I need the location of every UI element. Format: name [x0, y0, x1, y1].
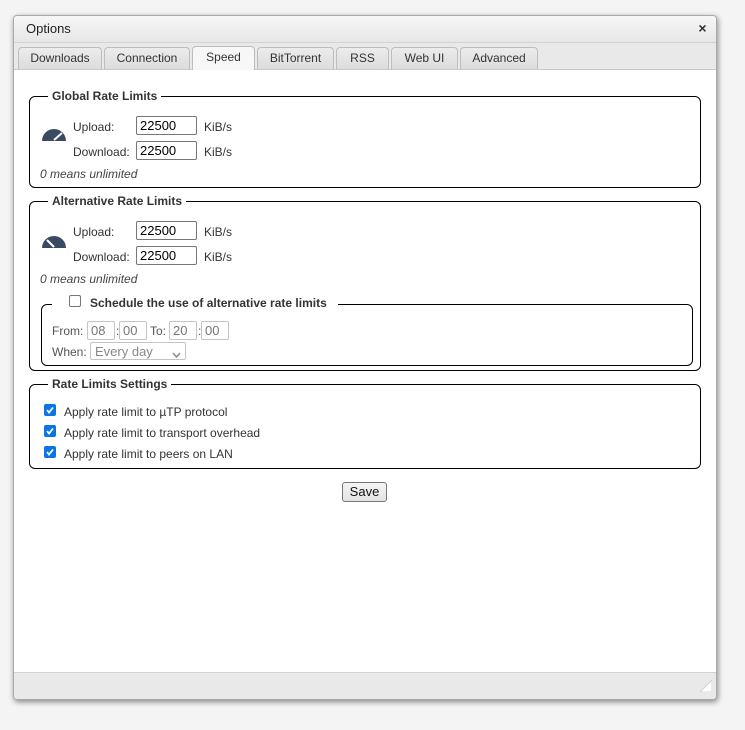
lan-peers-checkbox-label: Apply rate limit to peers on LAN [64, 447, 233, 461]
schedule-legend: Schedule the use of alternative rate lim… [90, 296, 327, 310]
alt-download-input[interactable] [136, 246, 197, 265]
title-bar[interactable]: Options × [14, 16, 716, 43]
alternative-rate-limits-legend: Alternative Rate Limits [52, 194, 183, 208]
alt-download-unit: KiB/s [204, 250, 233, 264]
schedule-when-label: When: [52, 345, 87, 359]
from-hour-input[interactable] [87, 321, 115, 340]
tab-rss[interactable]: RSS [336, 47, 389, 69]
utp-checkbox[interactable] [44, 404, 56, 416]
when-select-value: Every day [95, 344, 153, 359]
utp-checkbox-label: Apply rate limit to µTP protocol [64, 405, 228, 419]
to-hour-input[interactable] [169, 321, 197, 340]
alt-unlimited-note: 0 means unlimited [40, 272, 138, 286]
options-window: Options × Downloads Connection Speed Bit… [13, 15, 717, 700]
global-upload-label: Upload: [73, 120, 115, 134]
from-minute-input[interactable] [119, 321, 147, 340]
transport-overhead-checkbox[interactable] [44, 425, 56, 437]
global-rate-limits-legend: Global Rate Limits [52, 89, 158, 103]
tab-bittorrent[interactable]: BitTorrent [257, 47, 334, 69]
tab-speed[interactable]: Speed [192, 46, 255, 70]
when-select[interactable]: Every day [90, 342, 186, 360]
tab-bar: Downloads Connection Speed BitTorrent RS… [14, 43, 716, 70]
alt-upload-unit: KiB/s [204, 225, 233, 239]
global-upload-unit: KiB/s [204, 120, 233, 134]
tab-connection[interactable]: Connection [104, 47, 190, 69]
tab-advanced[interactable]: Advanced [460, 47, 538, 69]
global-unlimited-note: 0 means unlimited [40, 167, 138, 181]
status-bar [14, 672, 716, 699]
tab-downloads[interactable]: Downloads [18, 47, 102, 69]
alt-download-label: Download: [73, 250, 130, 264]
transport-overhead-checkbox-label: Apply rate limit to transport overhead [64, 426, 261, 440]
slow-speedometer-icon [41, 233, 67, 252]
global-upload-input[interactable] [136, 116, 197, 135]
save-button[interactable]: Save [342, 482, 387, 502]
resize-grip-icon[interactable] [699, 679, 713, 695]
schedule-from-label: From: [52, 324, 84, 338]
close-icon[interactable]: × [696, 21, 709, 35]
global-download-label: Download: [73, 145, 130, 159]
schedule-checkbox[interactable] [69, 295, 81, 307]
rate-limits-settings-legend: Rate Limits Settings [52, 377, 168, 391]
global-download-unit: KiB/s [204, 145, 233, 159]
window-title: Options [26, 21, 71, 36]
lan-peers-checkbox[interactable] [44, 446, 56, 458]
global-download-input[interactable] [136, 141, 197, 160]
chevron-down-icon [172, 347, 181, 361]
alt-upload-input[interactable] [136, 221, 197, 240]
speedometer-icon [41, 126, 67, 145]
alt-upload-label: Upload: [73, 225, 115, 239]
schedule-to-label: To: [150, 324, 167, 338]
tab-web-ui[interactable]: Web UI [391, 47, 458, 69]
to-minute-input[interactable] [201, 321, 229, 340]
